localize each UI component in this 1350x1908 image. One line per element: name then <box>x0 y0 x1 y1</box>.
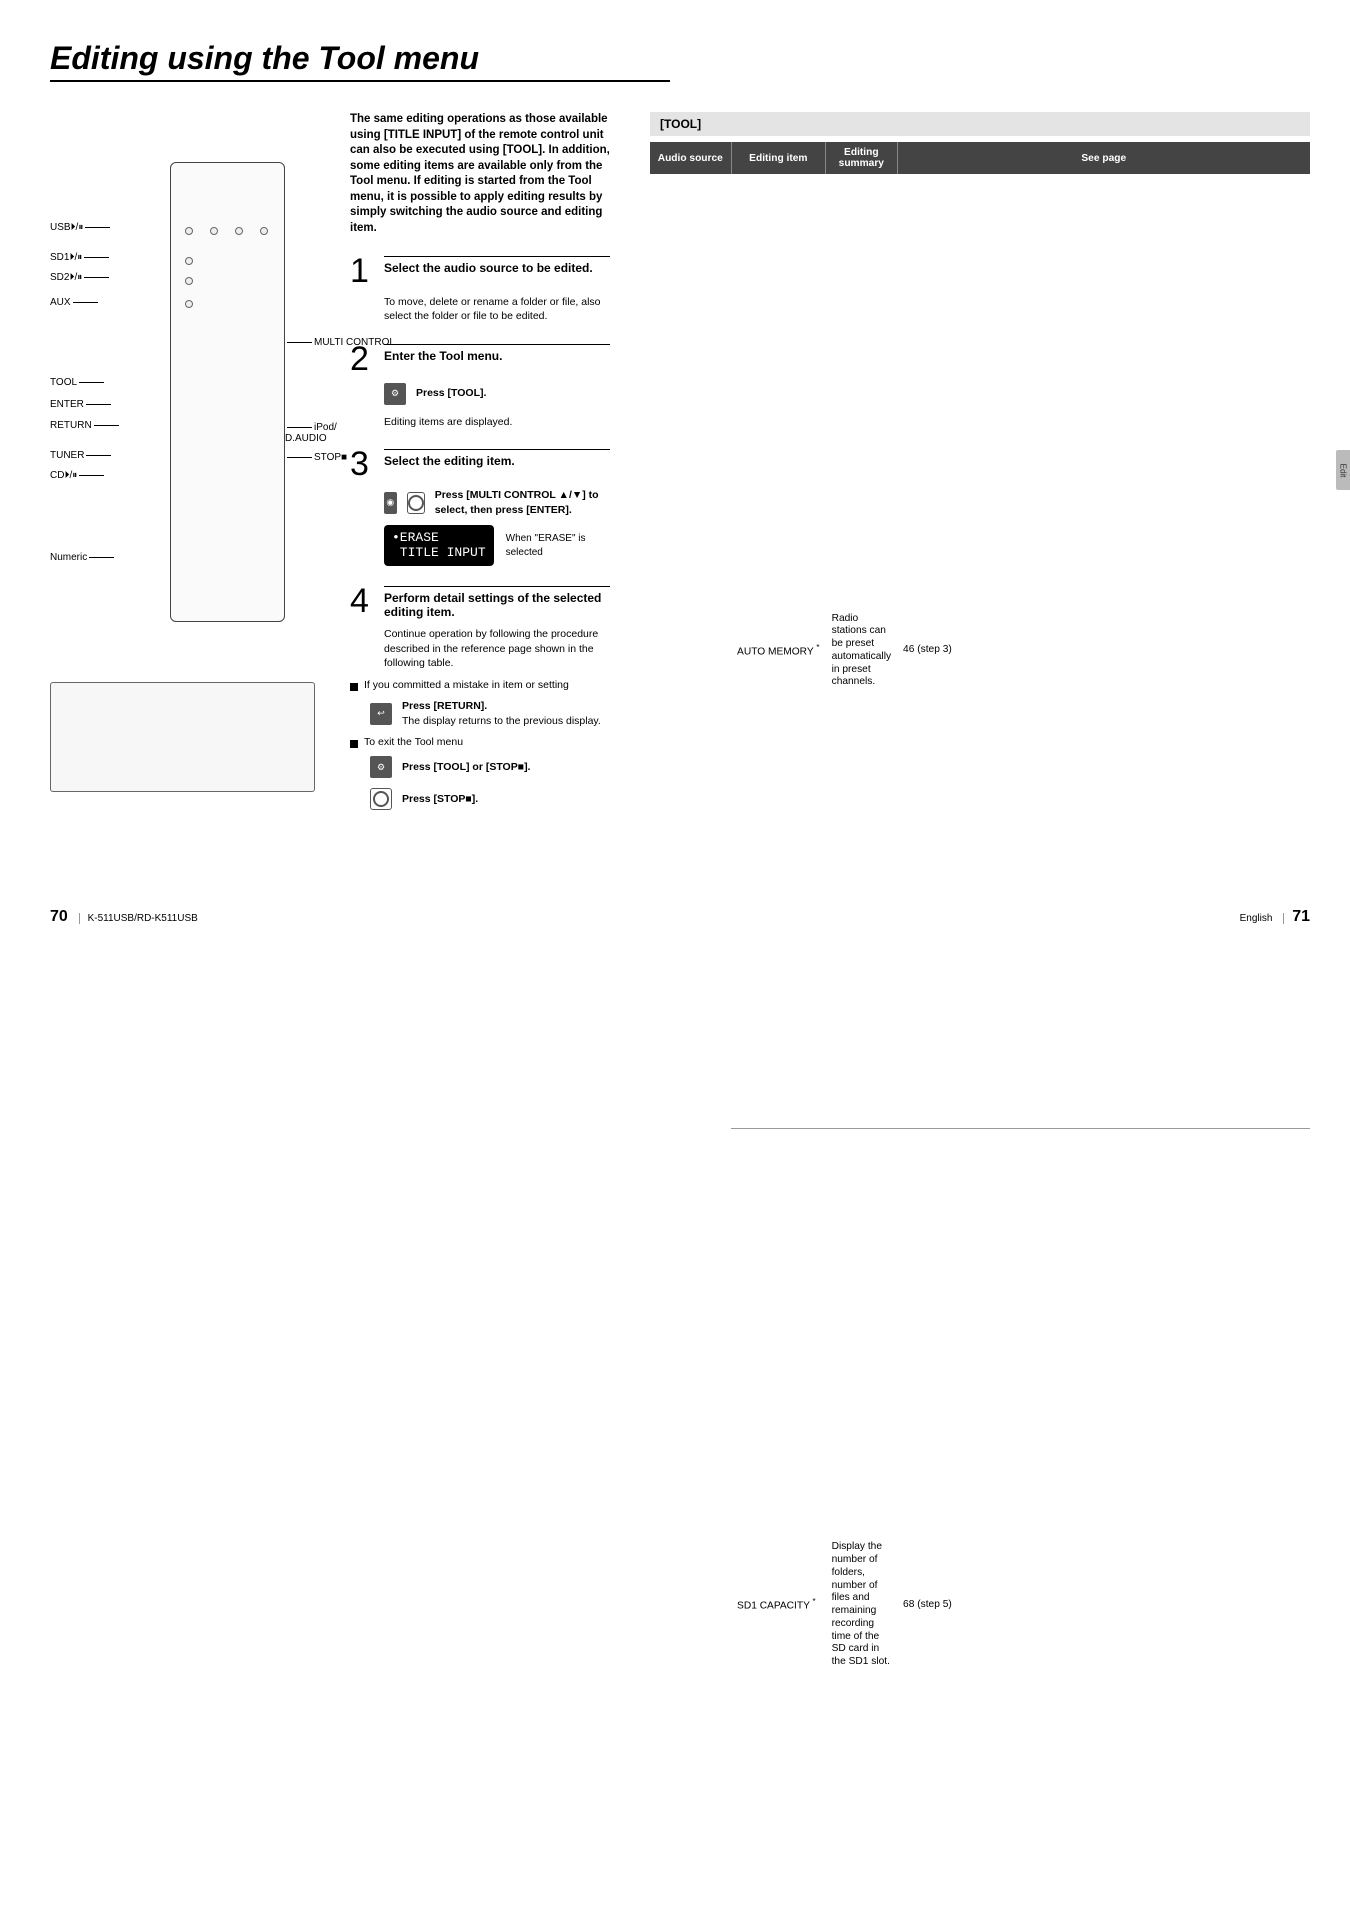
remote-diagram: USB⏵/⏸ SD1⏵/⏸ SD2⏵/⏸ AUX TOOL ENTER RETU… <box>50 122 330 642</box>
step-4: 4 Perform detail settings of the selecte… <box>350 586 610 671</box>
remote-label-sd2: SD2⏵/⏸ <box>50 272 111 283</box>
step-2: 2 Enter the Tool menu. ⚙ Press [TOOL]. E… <box>350 344 610 429</box>
summary-cell: Radio stations can be preset automatical… <box>826 174 897 1128</box>
return-body: The display returns to the previous disp… <box>402 714 601 729</box>
return-icon: ↩ <box>370 703 392 725</box>
step-2-number: 2 <box>350 344 376 375</box>
step-2-press: Press [TOOL]. <box>416 386 486 401</box>
title-rule <box>50 80 670 82</box>
step-4-body: Continue operation by following the proc… <box>384 627 610 671</box>
page-number-right: 71 <box>1292 908 1310 925</box>
editing-item-cell: AUTO MEMORY * <box>731 174 826 1128</box>
page-title: Editing using the Tool menu <box>50 40 1310 77</box>
remote-label-enter: ENTER <box>50 399 113 410</box>
page-cell: 68 (step 5) <box>897 1128 1310 1908</box>
step-3-display-note: When "ERASE" is selected <box>506 532 610 560</box>
side-tab: Edit <box>1336 450 1350 490</box>
th-item: Editing item <box>731 142 826 174</box>
mistake-note: If you committed a mistake in item or se… <box>350 679 610 691</box>
summary-cell: Display the number of folders, number of… <box>826 1128 897 1908</box>
remote-label-tool: TOOL <box>50 377 106 388</box>
exit-note: To exit the Tool menu <box>350 736 610 748</box>
tool-section-header: [TOOL] <box>650 112 1310 136</box>
remote-label-stop: STOP■ <box>285 452 347 463</box>
tool-button-icon: ⚙ <box>384 383 406 405</box>
mistake-note-text: If you committed a mistake in item or se… <box>364 679 569 691</box>
remote-label-usb: USB⏵/⏸ <box>50 222 112 233</box>
source-cell: TUNER <box>650 174 731 1908</box>
model-id: K-511USB/RD-K511USB <box>79 913 198 924</box>
diagram-column: USB⏵/⏸ SD1⏵/⏸ SD2⏵/⏸ AUX TOOL ENTER RETU… <box>50 112 330 1908</box>
step-3-title: Select the editing item. <box>384 454 610 468</box>
th-source: Audio source <box>650 142 731 174</box>
stop-dial-icon <box>370 788 392 810</box>
footer-right: English 71 <box>1240 908 1310 926</box>
step-3-display: •ERASE TITLE INPUT <box>384 525 494 566</box>
step-3: 3 Select the editing item. ◉ Press [MULT… <box>350 449 610 566</box>
exit-press-1: Press [TOOL] or [STOP■]. <box>402 760 530 775</box>
multicontrol-icon: ◉ <box>384 492 397 514</box>
step-1-number: 1 <box>350 256 376 287</box>
step-3-press: Press [MULTI CONTROL ▲/▼] to select, the… <box>435 488 610 517</box>
remote-label-ipod: iPod/ D.AUDIO <box>285 422 337 444</box>
intro-paragraph: The same editing operations as those ava… <box>350 112 610 236</box>
remote-label-sd1: SD1⏵/⏸ <box>50 252 111 263</box>
tool-table: Audio source Editing item Editing summar… <box>650 142 1310 1908</box>
step-1-title: Select the audio source to be edited. <box>384 261 610 275</box>
device-diagram <box>50 682 315 792</box>
step-3-number: 3 <box>350 449 376 480</box>
instruction-column: The same editing operations as those ava… <box>350 112 610 1908</box>
footer-left: 70 K-511USB/RD-K511USB <box>50 908 198 926</box>
exit-press-2: Press [STOP■]. <box>402 792 478 807</box>
table-column: [TOOL] Audio source Editing item Editing… <box>650 112 1310 1908</box>
remote-label-tuner: TUNER <box>50 450 113 461</box>
table-row: SD1 CAPACITY *Display the number of fold… <box>650 1128 1310 1908</box>
remote-label-return: RETURN <box>50 420 121 431</box>
page-number-left: 70 <box>50 908 68 925</box>
step-1: 1 Select the audio source to be edited. … <box>350 256 610 324</box>
editing-item-cell: SD1 CAPACITY * <box>731 1128 826 1908</box>
th-page: See page <box>897 142 1310 174</box>
step-1-body: To move, delete or rename a folder or fi… <box>384 295 610 324</box>
th-summary: Editing summary <box>826 142 897 174</box>
exit-note-text: To exit the Tool menu <box>364 736 463 748</box>
remote-label-multi: MULTI CONTROL <box>285 337 395 348</box>
step-4-title: Perform detail settings of the selected … <box>384 591 610 619</box>
language-label: English <box>1240 913 1273 924</box>
remote-label-cd: CD⏵/⏸ <box>50 470 106 481</box>
tool-stop-icon: ⚙ <box>370 756 392 778</box>
dial-icon <box>407 492 425 514</box>
step-2-after: Editing items are displayed. <box>384 415 610 430</box>
table-row: TUNERAUTO MEMORY *Radio stations can be … <box>650 174 1310 1128</box>
return-press: Press [RETURN]. <box>402 699 601 714</box>
page-cell: 46 (step 3) <box>897 174 1310 1128</box>
step-4-number: 4 <box>350 586 376 617</box>
remote-label-aux: AUX <box>50 297 100 308</box>
remote-label-numeric: Numeric <box>50 552 116 563</box>
step-2-title: Enter the Tool menu. <box>384 349 610 363</box>
